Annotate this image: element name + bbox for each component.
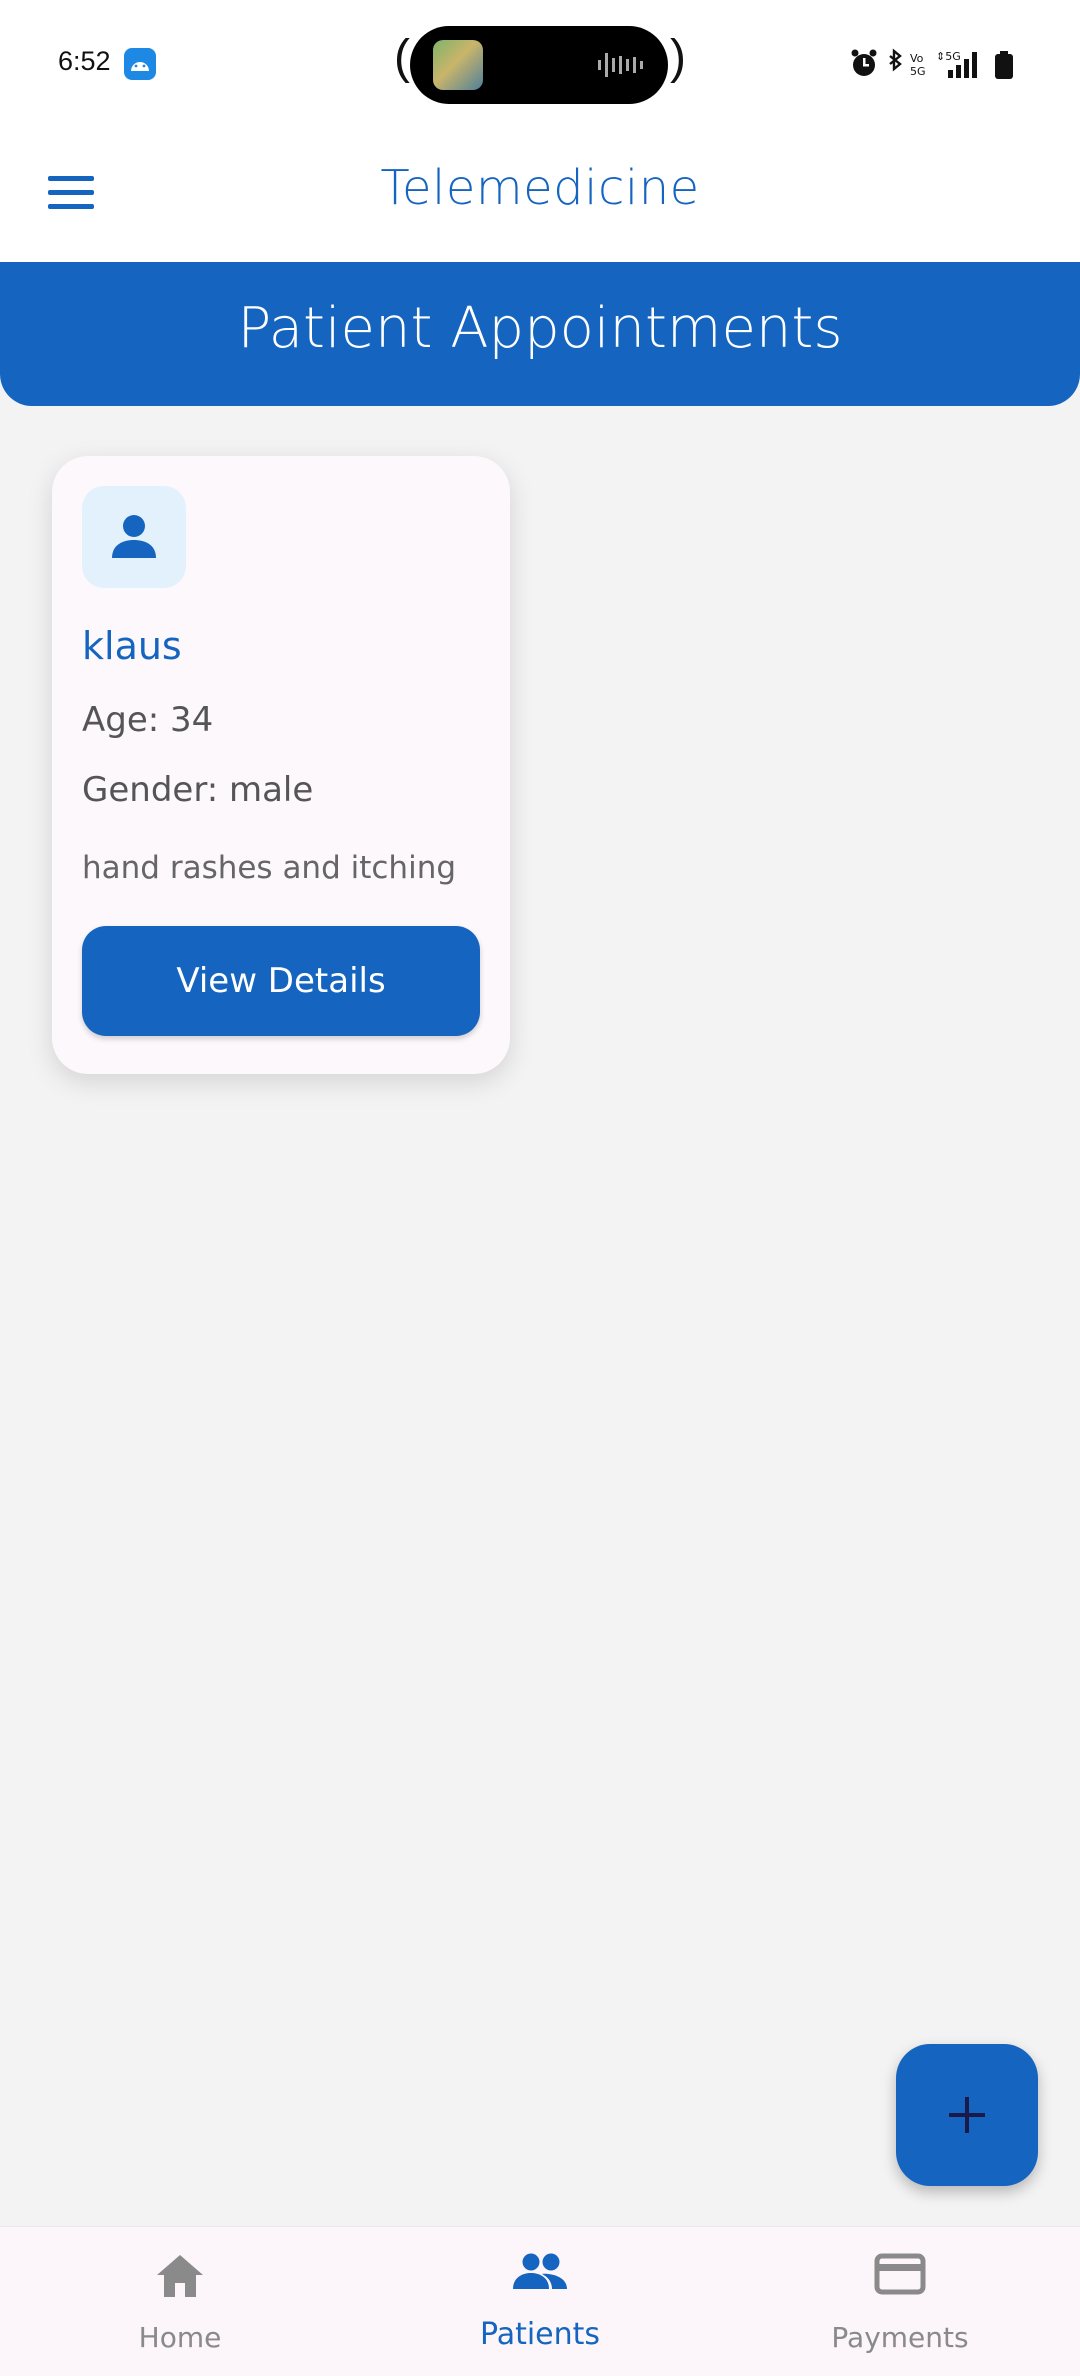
svg-text:5G: 5G [910,65,926,78]
nav-label-patients: Patients [479,2317,601,2352]
home-icon [157,2255,203,2297]
bottom-navigation: Home Patients Payments [0,2226,1080,2376]
add-appointment-button[interactable] [896,2044,1038,2186]
nav-item-payments[interactable]: Payments [720,2227,1080,2376]
avatar [82,486,186,588]
plus-icon [949,2097,985,2133]
patient-gender: Gender: male [82,770,314,810]
person-icon [112,515,156,558]
app-title: Telemedicine [380,160,700,216]
volte-icon: Vo 5G [910,52,926,78]
page-header-banner: Patient Appointments [0,262,1080,406]
alarm-icon [851,49,877,76]
svg-text:Vo: Vo [910,52,924,65]
battery-icon [995,51,1013,79]
island-bracket-left: ( [394,31,410,84]
android-notification-icon [124,48,156,80]
page-title: Patient Appointments [237,296,843,361]
signal-icon: ⇕5G [936,50,977,78]
status-icons: Vo 5G ⇕5G [850,48,1030,80]
svg-text:⇕5G: ⇕5G [936,50,961,63]
nav-label-home: Home [138,2321,222,2354]
nav-item-home[interactable]: Home [0,2227,360,2376]
status-bar: 6:52 ( ) Vo 5G ⇕5G [0,0,1080,128]
bluetooth-icon [889,48,902,72]
island-bracket-right: ) [670,31,686,84]
media-thumbnail [433,40,483,90]
status-time: 6:52 [58,46,111,76]
credit-card-icon [874,2253,926,2295]
app-bar: Telemedicine [0,128,1080,262]
nav-label-payments: Payments [831,2321,969,2354]
patient-age: Age: 34 [82,700,214,740]
patient-card[interactable]: klaus Age: 34 Gender: male hand rashes a… [52,456,510,1074]
audio-wave-icon [598,53,643,77]
people-icon [513,2253,567,2289]
view-details-button[interactable]: View Details [82,926,480,1036]
patient-name: klaus [82,624,182,668]
patient-complaint: hand rashes and itching [82,850,457,886]
nav-item-patients[interactable]: Patients [360,2227,720,2376]
